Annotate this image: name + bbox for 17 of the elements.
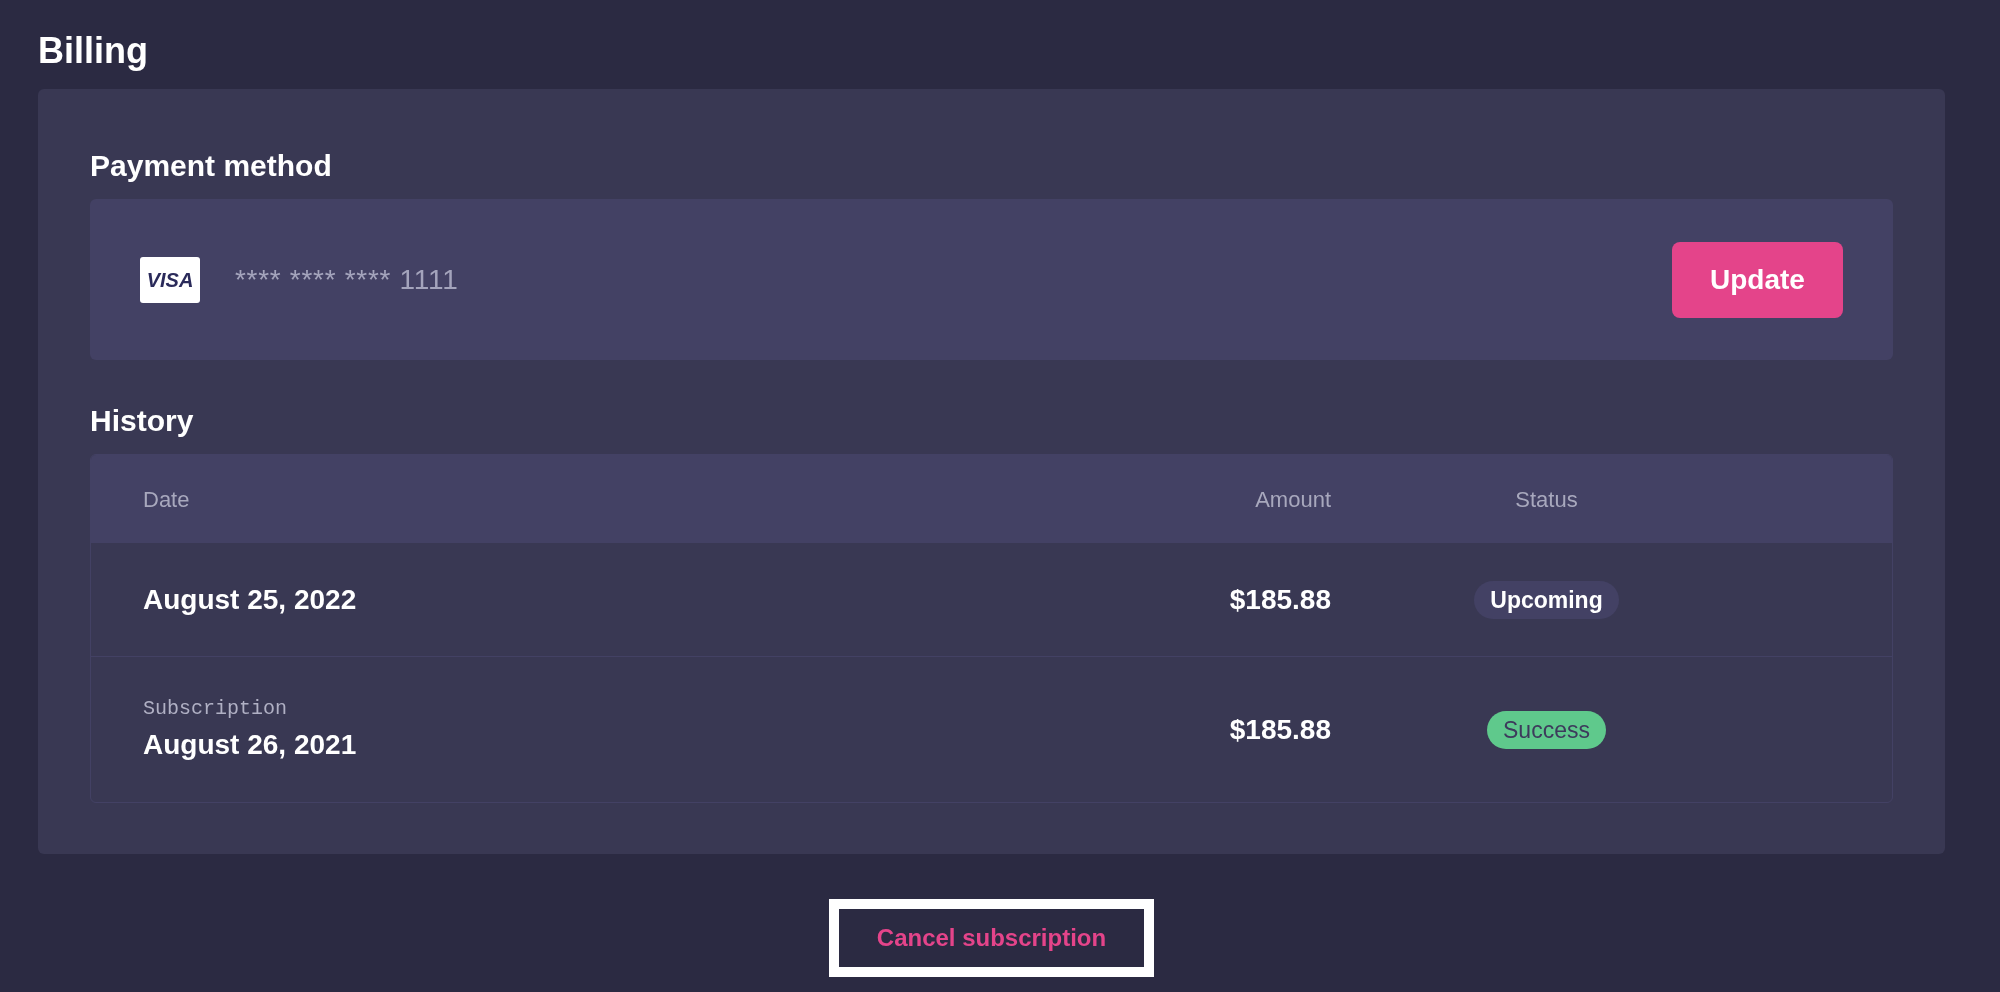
- card-brand-logo: VISA: [140, 256, 200, 303]
- payment-amount: $185.88: [1229, 582, 1331, 617]
- update-button[interactable]: Update: [1672, 241, 1843, 318]
- column-header: Status: [1515, 485, 1578, 514]
- payment-date: August 25, 2022: [143, 582, 357, 617]
- payment-amount: $185.88: [1229, 712, 1331, 747]
- status-badge: Success: [1487, 710, 1606, 749]
- status-badge: Upcoming: [1474, 580, 1619, 619]
- section-heading: Payment method: [90, 148, 332, 184]
- section-heading: History: [90, 403, 194, 439]
- column-header: Amount: [1255, 485, 1331, 514]
- card-number: **** **** **** 1111: [235, 262, 459, 297]
- cancel-subscription-button[interactable]: Cancel subscription: [829, 899, 1154, 977]
- column-header: Date: [143, 485, 190, 514]
- page-title: Billing: [38, 29, 149, 73]
- row-caption: Subscription: [143, 695, 288, 722]
- payment-date: August 26, 2021: [143, 727, 357, 762]
